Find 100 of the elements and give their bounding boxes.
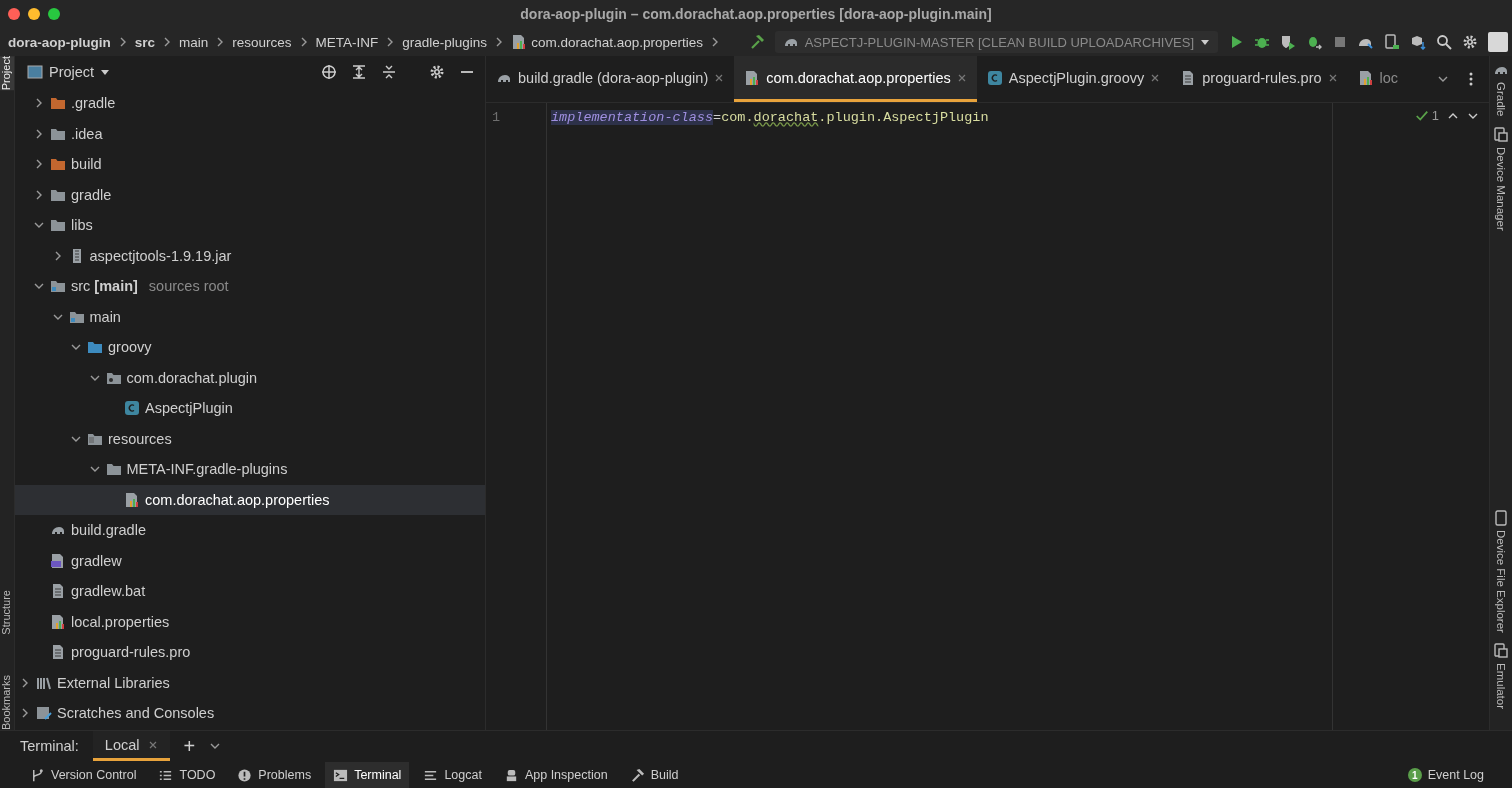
tool-window-tab[interactable]: Gradle — [1493, 62, 1509, 117]
tree-item[interactable]: com.dorachat.plugin — [15, 362, 485, 393]
settings-icon[interactable] — [429, 64, 445, 80]
properties-icon — [124, 491, 140, 508]
breadcrumb[interactable]: main — [179, 34, 209, 50]
tool-window-button[interactable]: Terminal — [325, 762, 410, 788]
breadcrumb[interactable]: resources — [232, 34, 292, 50]
tree-item[interactable]: gradlew — [15, 545, 485, 576]
tool-window-button[interactable]: Problems — [229, 762, 320, 788]
scratches-icon — [36, 705, 52, 722]
minimize-button[interactable] — [28, 8, 40, 20]
dropdown-arrow-icon — [100, 67, 111, 77]
folder-excluded-icon — [50, 156, 66, 173]
tree-item[interactable]: External Libraries — [15, 667, 485, 698]
class-icon — [124, 400, 140, 417]
tree-item[interactable]: src [main] sources root — [15, 271, 485, 302]
phone-icon — [1493, 510, 1509, 527]
breadcrumb[interactable]: com.dorachat.aop.properties — [511, 34, 703, 50]
tool-window-tab[interactable]: Project — [0, 56, 14, 91]
tree-item[interactable]: local.properties — [15, 606, 485, 637]
close-icon[interactable] — [956, 72, 967, 83]
folder-excluded-icon — [50, 95, 66, 112]
file-icon — [50, 644, 66, 661]
run-configuration-dropdown[interactable]: ASPECTJ-PLUGIN-MASTER [CLEAN BUILD UPLOADARCHIVES] — [774, 31, 1218, 53]
tool-window-tab[interactable]: Structure — [0, 590, 14, 635]
device-icon — [1493, 126, 1509, 143]
tool-window-button[interactable]: App Inspection — [495, 762, 616, 788]
tool-window-tab[interactable]: Device File Explorer — [1493, 510, 1509, 634]
branch-icon — [30, 767, 45, 783]
tree-item[interactable]: Scratches and Consoles — [15, 698, 485, 729]
tree-item[interactable]: groovy — [15, 332, 485, 363]
properties-icon — [50, 613, 66, 630]
locate-icon[interactable] — [321, 64, 337, 80]
tree-item[interactable]: resources — [15, 423, 485, 454]
terminal-icon — [333, 767, 349, 783]
tree-item[interactable]: main — [15, 301, 485, 332]
device-icon — [1493, 643, 1509, 660]
module-folder-icon — [50, 278, 66, 295]
terminal-label: Terminal: — [20, 738, 79, 754]
folder-icon — [50, 217, 66, 234]
properties-icon — [744, 69, 761, 86]
breadcrumb[interactable]: gradle-plugins — [402, 34, 488, 50]
tool-window-button[interactable]: TODO — [150, 762, 224, 788]
breadcrumb[interactable]: dora-aop-plugin — [8, 34, 111, 50]
tree-item[interactable]: proguard-rules.pro — [15, 637, 485, 668]
editor-tab[interactable]: proguard-rules.pro — [1170, 56, 1348, 102]
close-icon[interactable] — [147, 739, 158, 750]
tool-window-tab[interactable]: Bookmarks — [0, 674, 14, 730]
tool-window-button[interactable]: Build — [621, 762, 687, 788]
close-icon[interactable] — [714, 72, 725, 83]
file-icon — [50, 583, 66, 600]
close-icon[interactable] — [1327, 72, 1338, 83]
search-icon[interactable] — [1436, 34, 1452, 50]
check-icon — [1414, 108, 1429, 123]
dropdown-arrow-icon — [1200, 37, 1210, 47]
collapse-all-icon[interactable] — [381, 64, 397, 80]
editor-tab[interactable]: build.gradle (dora-aop-plugin) — [486, 56, 735, 102]
terminal-tab[interactable]: Local — [92, 731, 170, 761]
count-badge: 1 — [1407, 768, 1422, 782]
tree-item[interactable]: AspectjPlugin — [15, 393, 485, 424]
script-icon — [50, 552, 66, 569]
device-manager-icon[interactable] — [1384, 34, 1400, 50]
inspection-widget[interactable]: 1 — [1414, 108, 1439, 123]
project-view-dropdown[interactable]: Project — [27, 64, 111, 80]
stop-icon[interactable] — [1332, 34, 1348, 50]
zoom-button[interactable] — [48, 8, 60, 20]
new-tab-button[interactable]: + — [183, 734, 196, 758]
tool-window-button[interactable]: Version Control — [22, 762, 145, 788]
source-folder-icon — [87, 339, 103, 356]
tree-item[interactable]: .gradle — [15, 88, 485, 119]
tree-item[interactable]: .idea — [15, 118, 485, 149]
window-title: dora-aop-plugin – com.dorachat.aop.properties [dora-aop-plugin.main] — [519, 6, 993, 22]
event-log-button[interactable]: 1 Event Log — [1399, 762, 1492, 788]
properties-icon — [1357, 69, 1374, 86]
tree-item[interactable]: gradle — [15, 179, 485, 210]
editor-tab[interactable]: loc — [1347, 56, 1403, 102]
tree-item[interactable]: aspectjtools-1.9.19.jar — [15, 240, 485, 271]
tree-item[interactable]: build.gradle — [15, 515, 485, 546]
settings-icon[interactable] — [1462, 34, 1478, 50]
class-icon — [986, 69, 1003, 86]
tree-item[interactable]: libs — [15, 210, 485, 241]
tool-window-tab[interactable]: Device Manager — [1493, 126, 1509, 231]
close-button[interactable] — [8, 8, 20, 20]
tree-item[interactable]: build — [15, 149, 485, 180]
tree-item[interactable]: gradlew.bat — [15, 576, 485, 607]
expand-all-icon[interactable] — [351, 64, 367, 80]
editor-tab[interactable]: com.dorachat.aop.properties — [734, 56, 977, 102]
tree-item[interactable]: META-INF.gradle-plugins — [15, 454, 485, 485]
editor-tab[interactable]: AspectjPlugin.groovy — [976, 56, 1171, 102]
breadcrumb[interactable]: src — [134, 34, 155, 50]
tool-window-button[interactable]: Logcat — [415, 762, 490, 788]
tool-window-tab[interactable]: Emulator — [1493, 643, 1509, 710]
breadcrumb[interactable]: META-INF — [315, 34, 379, 50]
close-icon[interactable] — [1150, 72, 1161, 83]
line-number: 1 — [492, 108, 502, 126]
hammer-icon — [629, 767, 645, 783]
tree-item[interactable]: com.dorachat.aop.properties — [15, 484, 485, 515]
shield-play-icon[interactable] — [1280, 34, 1296, 50]
window-icon — [27, 64, 43, 80]
bug-arrow-icon[interactable] — [1306, 34, 1322, 50]
